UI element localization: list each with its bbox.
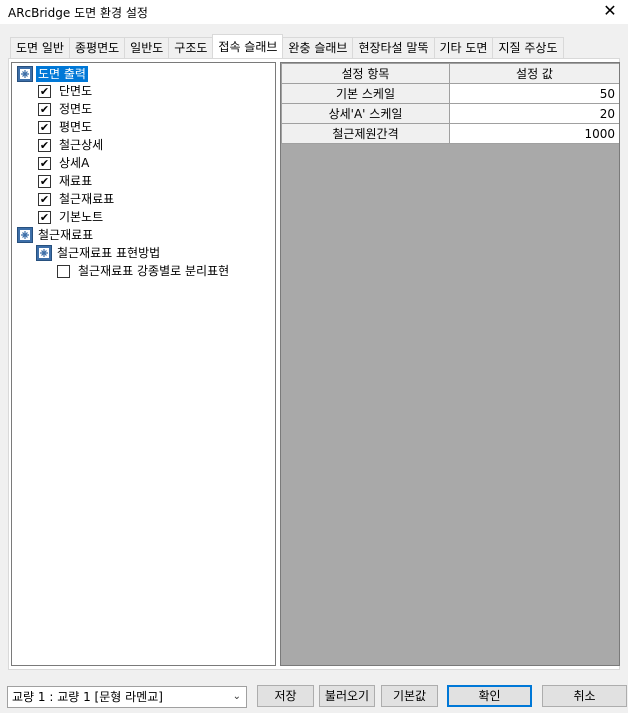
grid-header-value: 설정 값: [449, 63, 619, 84]
checkbox-checked[interactable]: ✔: [38, 84, 51, 98]
tree-subgroup-representation[interactable]: 철근재료표 표현방법: [36, 244, 162, 262]
settings-group-icon: [17, 227, 33, 243]
cancel-button[interactable]: 취소: [542, 685, 627, 707]
tree-group-label: 도면 출력: [36, 66, 88, 82]
tree-item-rebar-detail[interactable]: ✔ 철근상세: [38, 136, 105, 154]
checkbox-checked[interactable]: ✔: [38, 210, 51, 224]
tree-group-label: 철근재료표: [38, 228, 94, 242]
tree-item-split-by-grade[interactable]: 철근재료표 강종별로 분리표현: [57, 262, 231, 280]
settings-group-icon: [36, 245, 52, 261]
tree-item-label: 상세A: [59, 156, 90, 170]
bridge-select[interactable]: 교량 1 : 교량 1 [문형 라멘교] ⌄: [7, 686, 247, 708]
grid-cell-value[interactable]: 20: [449, 103, 619, 124]
checkbox-checked[interactable]: ✔: [38, 102, 51, 116]
drawing-options-tree[interactable]: 도면 출력 ✔ 단면도 ✔ 정면도 ✔ 평면도 ✔ 철근상세 ✔ 상세A ✔ 재…: [11, 62, 276, 666]
tree-item-basic-notes[interactable]: ✔ 기본노트: [38, 208, 105, 226]
tree-item-material-table[interactable]: ✔ 재료표: [38, 172, 94, 190]
tab-geologic-column[interactable]: 지질 주상도: [492, 37, 564, 58]
grid-cell-key: 철근제원간격: [281, 123, 450, 144]
checkbox-checked[interactable]: ✔: [38, 192, 51, 206]
tree-item-front-view[interactable]: ✔ 정면도: [38, 100, 94, 118]
save-button[interactable]: 저장: [257, 685, 314, 707]
tab-other-drawings[interactable]: 기타 도면: [433, 37, 494, 58]
settings-grid[interactable]: 설정 항목 설정 값 기본 스케일 50 상세'A' 스케일 20 철근제원간격…: [280, 62, 620, 666]
tab-drawing-general[interactable]: 도면 일반: [10, 37, 70, 58]
tree-item-label: 철근재료표 강종별로 분리표현: [78, 264, 230, 278]
grid-cell-key: 상세'A' 스케일: [281, 103, 450, 124]
default-button[interactable]: 기본값: [381, 685, 438, 707]
tree-item-label: 정면도: [59, 102, 93, 116]
checkbox-checked[interactable]: ✔: [38, 120, 51, 134]
tree-item-label: 철근상세: [59, 138, 104, 152]
grid-header-item: 설정 항목: [281, 63, 450, 84]
load-button[interactable]: 불러오기: [319, 685, 375, 707]
checkbox-checked[interactable]: ✔: [38, 138, 51, 152]
tree-item-label: 평면도: [59, 120, 93, 134]
checkbox-checked[interactable]: ✔: [38, 174, 51, 188]
tree-item-label: 재료표: [59, 174, 93, 188]
grid-cell-value[interactable]: 1000: [449, 123, 619, 144]
tree-item-detail-a[interactable]: ✔ 상세A: [38, 154, 91, 172]
tree-item-label: 단면도: [59, 84, 93, 98]
tree-item-section[interactable]: ✔ 단면도: [38, 82, 94, 100]
tab-general-drawing[interactable]: 일반도: [124, 37, 170, 58]
title-bar: ARcBridge 도면 환경 설정 ✕: [0, 0, 628, 24]
tree-group-drawing-output[interactable]: 도면 출력: [17, 65, 88, 83]
tree-subgroup-label: 철근재료표 표현방법: [57, 246, 161, 260]
ok-button[interactable]: 확인: [447, 685, 532, 707]
bridge-select-value: 교량 1 : 교량 1 [문형 라멘교]: [12, 690, 163, 704]
tree-item-label: 철근재료표: [59, 192, 115, 206]
tab-buffer-slab[interactable]: 완충 슬래브: [282, 37, 354, 58]
table-row[interactable]: 기본 스케일 50: [281, 83, 619, 104]
table-row[interactable]: 철근제원간격 1000: [281, 123, 619, 144]
window-title: ARcBridge 도면 환경 설정: [8, 6, 148, 20]
tree-item-rebar-material-table[interactable]: ✔ 철근재료표: [38, 190, 116, 208]
grid-cell-value[interactable]: 50: [449, 83, 619, 104]
checkbox-checked[interactable]: ✔: [38, 156, 51, 170]
settings-group-icon: [17, 66, 33, 82]
table-row[interactable]: 상세'A' 스케일 20: [281, 103, 619, 124]
tab-bar: 도면 일반 종평면도 일반도 구조도 접속 슬래브 완충 슬래브 현장타설 말뚝…: [10, 34, 564, 58]
close-icon[interactable]: ✕: [600, 1, 620, 21]
tab-cast-in-place-pile[interactable]: 현장타설 말뚝: [352, 37, 435, 58]
tab-structural-drawing[interactable]: 구조도: [168, 37, 214, 58]
chevron-down-icon[interactable]: ⌄: [233, 687, 241, 707]
checkbox-unchecked[interactable]: [57, 264, 70, 278]
tab-approach-slab[interactable]: 접속 슬래브: [212, 34, 284, 58]
tab-longitudinal-plan[interactable]: 종평면도: [68, 37, 126, 58]
tree-item-label: 기본노트: [59, 210, 104, 224]
tree-group-rebar-material-table[interactable]: 철근재료표: [17, 226, 95, 244]
tree-item-plan-view[interactable]: ✔ 평면도: [38, 118, 94, 136]
grid-cell-key: 기본 스케일: [281, 83, 450, 104]
